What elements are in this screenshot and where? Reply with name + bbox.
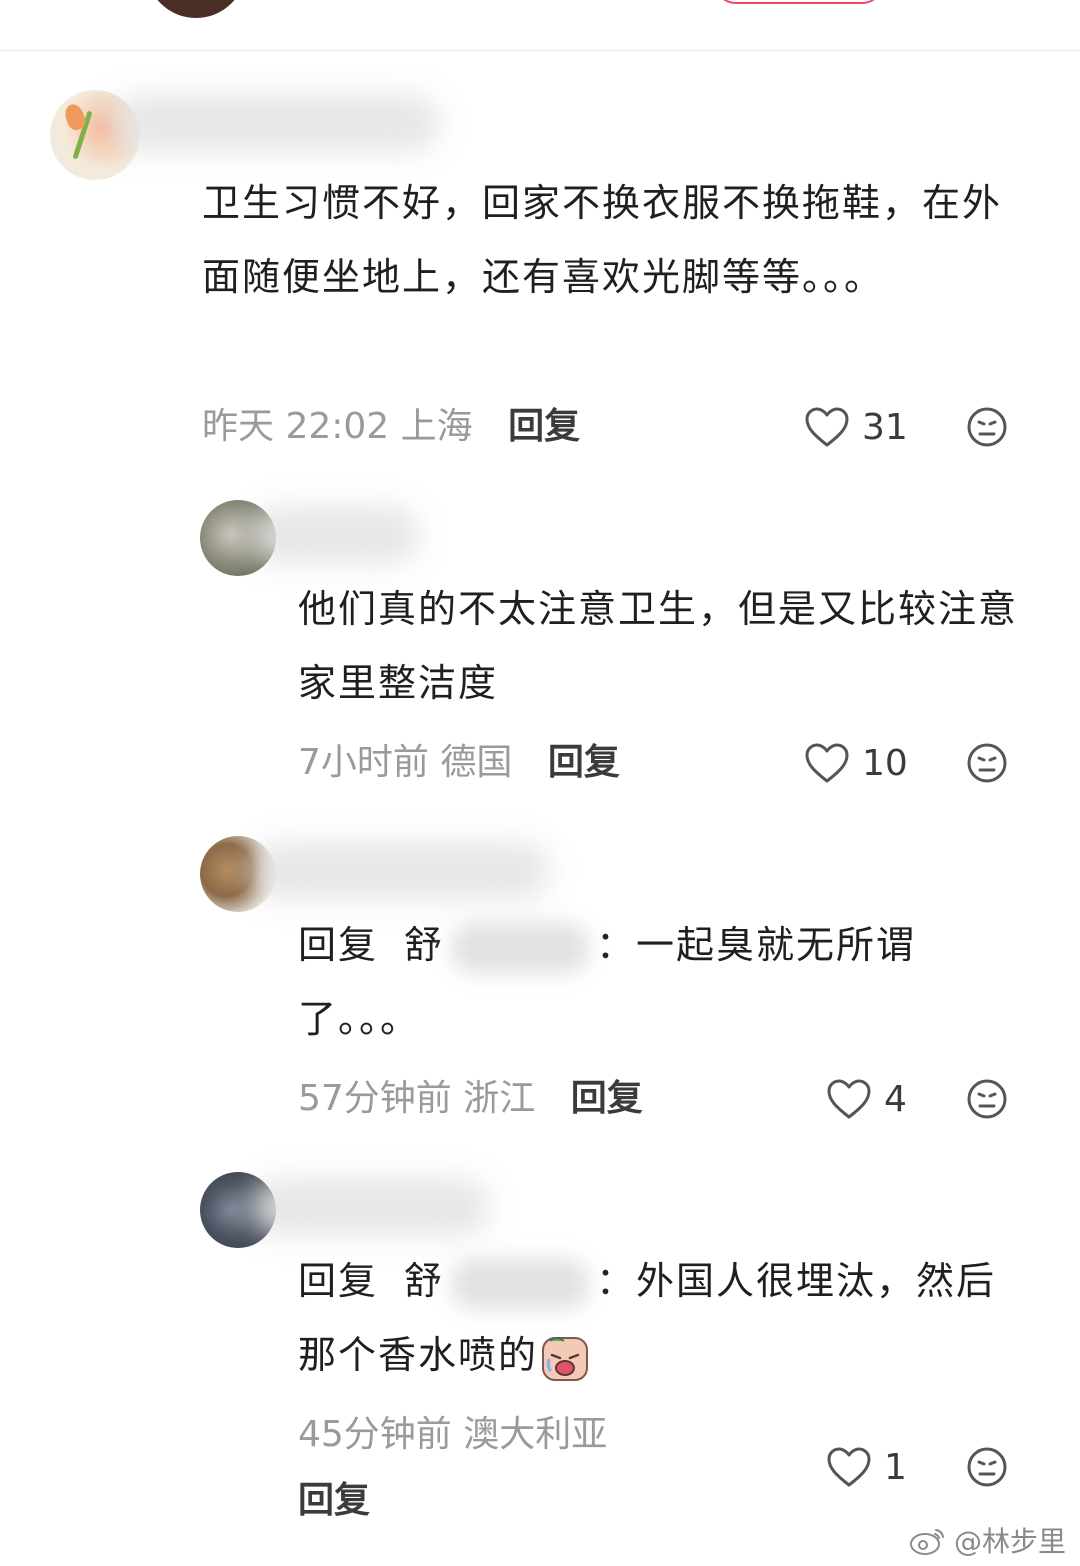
- watermark-text: @林步里: [953, 1525, 1066, 1558]
- mention-user[interactable]: 舒: [404, 923, 444, 967]
- like-button[interactable]: 4: [826, 1074, 907, 1124]
- reply-meta: 45分钟前 澳大利亚: [298, 1410, 607, 1460]
- reply-location: 澳大利亚: [463, 1414, 608, 1455]
- crying-sticker-icon: [542, 1336, 589, 1381]
- reply-time: 57分钟前: [298, 1078, 452, 1119]
- reply-location: 浙江: [463, 1078, 536, 1119]
- comment-meta: 昨天 22:02 上海 回复: [202, 402, 580, 452]
- reply-text: 他们真的不太注意卫生，但是又比较注意家里整洁度: [298, 587, 1019, 705]
- comment-main: 卫生习惯不好，回家不换衣服不换拖鞋，在外面随便坐地上，还有喜欢光脚等等。。。 昨…: [0, 90, 1080, 470]
- neutral-face-icon: [967, 743, 1007, 783]
- heart-outline-icon: [805, 407, 849, 447]
- like-count: 1: [884, 1446, 907, 1488]
- reply-body: 外国人很埋汰，然后那个香水喷的: [298, 1259, 997, 1377]
- reply-time: 7小时前: [298, 742, 429, 783]
- mention-separator: ：: [596, 923, 637, 967]
- emoji-react-button[interactable]: [966, 1078, 1008, 1120]
- comment-text: 卫生习惯不好，回家不换衣服不换拖鞋，在外面随便坐地上，还有喜欢光脚等等。。。: [202, 181, 1003, 299]
- mention-separator: ：: [596, 1259, 637, 1303]
- reply-prefix: 回复: [298, 1259, 379, 1303]
- mention-user[interactable]: 舒: [404, 1259, 444, 1303]
- comment-location: 上海: [400, 406, 473, 447]
- reply-meta: 57分钟前 浙江 回复: [298, 1074, 643, 1124]
- mention-blurred: [450, 1257, 591, 1310]
- like-count: 10: [862, 742, 908, 784]
- emoji-react-button[interactable]: [966, 406, 1008, 448]
- reply-prefix: 回复: [298, 923, 379, 967]
- username-blurred[interactable]: [250, 842, 550, 900]
- heart-outline-icon: [827, 1447, 871, 1487]
- like-count: 31: [862, 406, 908, 448]
- heart-outline-icon: [827, 1079, 871, 1119]
- comment-time: 昨天 22:02: [202, 406, 390, 447]
- mention-blurred: [450, 921, 591, 974]
- emoji-react-button[interactable]: [966, 1446, 1008, 1488]
- reply-item: 他们真的不太注意卫生，但是又比较注意家里整洁度 7小时前 德国 回复 10: [0, 500, 1080, 800]
- emoji-react-button[interactable]: [966, 742, 1008, 784]
- reply-item: 回复舒：一起臭就无所谓了。。。 57分钟前 浙江 回复 4: [0, 836, 1080, 1136]
- neutral-face-icon: [967, 1447, 1007, 1487]
- reply-button[interactable]: 回复: [571, 1078, 643, 1119]
- reply-text: 回复舒 ：外国人很埋汰，然后那个香水喷的: [298, 1244, 1028, 1392]
- reply-button[interactable]: 回复: [298, 1476, 370, 1526]
- weibo-watermark: @林步里: [908, 1520, 1066, 1560]
- like-count: 4: [884, 1078, 907, 1120]
- reply-button[interactable]: 回复: [508, 406, 580, 447]
- author-avatar[interactable]: [146, 0, 246, 18]
- reply-text: 回复舒：一起臭就无所谓了。。。: [298, 908, 1028, 1056]
- reply-time: 45分钟前: [298, 1414, 452, 1455]
- neutral-face-icon: [967, 1079, 1007, 1119]
- reply-item: 回复舒：外国人很埋汰，然后那个香水喷的 45分钟前 澳大利亚 回复 1: [0, 1172, 1080, 1552]
- top-header-strip: [0, 0, 1080, 51]
- weibo-logo-icon: [909, 1529, 944, 1555]
- neutral-face-icon: [967, 407, 1007, 447]
- username-blurred[interactable]: [110, 94, 440, 152]
- heart-outline-icon: [805, 743, 849, 783]
- like-button[interactable]: 10: [804, 738, 908, 788]
- like-button[interactable]: 1: [826, 1442, 907, 1492]
- reply-location: 德国: [440, 742, 513, 783]
- username-blurred[interactable]: [250, 506, 420, 564]
- reply-button[interactable]: 回复: [548, 742, 620, 783]
- like-button[interactable]: 31: [804, 402, 908, 452]
- reply-meta: 7小时前 德国 回复: [298, 738, 620, 788]
- follow-button[interactable]: [714, 0, 884, 4]
- username-blurred[interactable]: [250, 1178, 490, 1236]
